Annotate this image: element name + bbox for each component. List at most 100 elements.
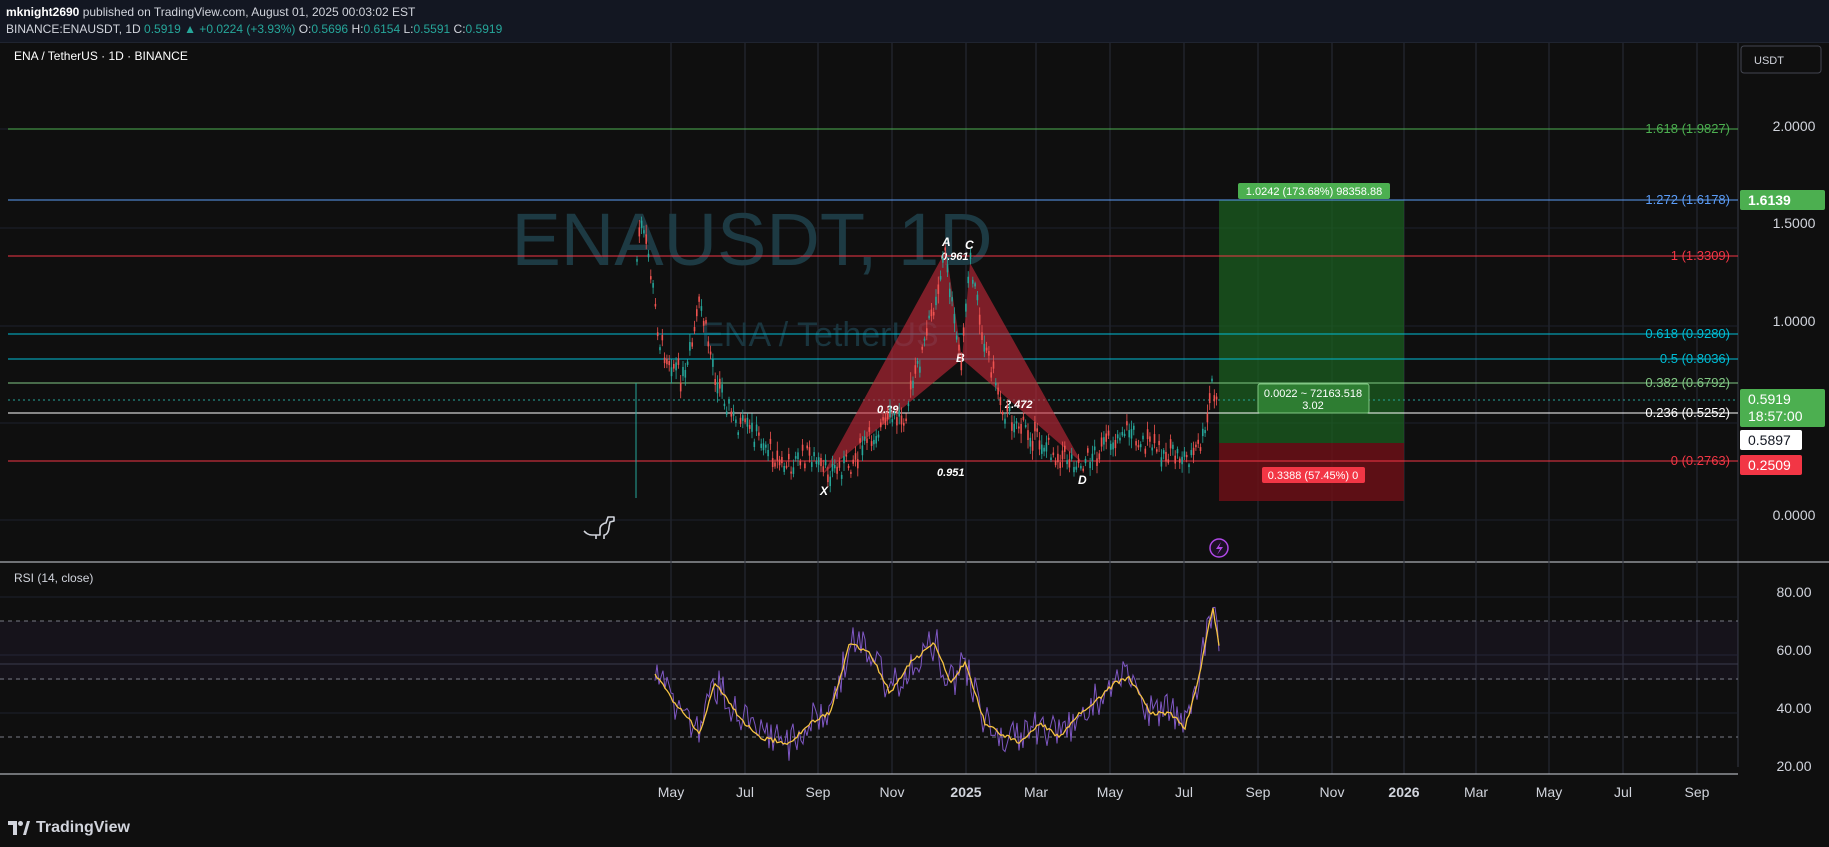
candle-body — [1091, 453, 1094, 462]
candle-body — [1077, 459, 1080, 464]
candle-body — [831, 463, 834, 472]
candle-body — [942, 257, 944, 263]
candle-body — [1139, 444, 1142, 448]
candle-body — [967, 276, 969, 284]
candle-body — [656, 332, 659, 337]
price-change: ▲ +0.0224 (+3.93%) — [184, 22, 296, 36]
candle-body — [790, 471, 792, 474]
candle-body — [702, 320, 705, 326]
candle-body — [1112, 442, 1114, 450]
candle-body — [976, 294, 979, 301]
time-tick: Mar — [1024, 784, 1048, 800]
candle-body — [673, 363, 675, 369]
candle-body — [969, 252, 972, 259]
candle-body — [755, 424, 758, 432]
candle-body — [921, 346, 923, 350]
fib-label-1: 1 (1.3309) — [1671, 248, 1730, 263]
candle-body — [875, 436, 877, 444]
high-label: H: — [351, 22, 364, 36]
candle-body — [696, 309, 698, 317]
candle-body — [903, 422, 905, 426]
publisher-name[interactable]: mknight2690 — [6, 5, 79, 19]
candle-body — [769, 438, 772, 444]
fib-label-1618: 1.618 (1.9827) — [1645, 121, 1730, 136]
candle-body — [978, 314, 981, 325]
candle-body — [891, 419, 894, 423]
candle-body — [866, 438, 868, 443]
candle-body — [817, 457, 820, 465]
stop-label: 0.3388 (57.45%) 0 — [1268, 470, 1359, 482]
candle-body — [900, 415, 903, 425]
last-price-axis: 0.5919 — [1748, 391, 1791, 407]
candle-body — [1174, 455, 1176, 464]
candle-body — [1096, 458, 1098, 466]
candle-body — [744, 418, 746, 423]
candle-body — [829, 476, 831, 487]
candle-body — [983, 343, 986, 352]
candle-body — [732, 411, 735, 416]
candle-body — [1172, 444, 1174, 449]
time-tick: May — [658, 784, 684, 800]
candle-body — [997, 387, 999, 395]
candle-body — [1057, 453, 1059, 463]
low-label: L: — [403, 22, 414, 36]
candle-body — [962, 327, 965, 336]
candle-body — [1213, 395, 1216, 402]
candle-body — [815, 461, 818, 464]
candle-body — [1047, 437, 1050, 440]
candle-body — [760, 443, 762, 448]
tradingview-logo[interactable]: TradingView — [8, 819, 130, 837]
target-label: 1.0242 (173.68%) 98358.88 — [1246, 186, 1382, 198]
candle-body — [988, 351, 990, 356]
pattern-ratio-bd: 2.472 — [1004, 399, 1033, 411]
close-value: 0.5919 — [465, 22, 503, 36]
pattern-ratio-xb: 0.951 — [937, 467, 965, 479]
chart-header: mknight2690 published on TradingView.com… — [0, 0, 1829, 43]
candle-body — [723, 403, 726, 407]
candle-body — [1029, 437, 1032, 447]
candle-body — [1188, 464, 1190, 468]
candle-body — [958, 344, 960, 351]
candle-body — [762, 443, 765, 451]
candle-body — [852, 459, 854, 464]
candle-body — [937, 284, 940, 294]
candle-body — [792, 467, 795, 474]
candle-body — [1197, 439, 1199, 444]
chart-canvas[interactable]: ENAUSDT, 1D ENA / TetherUS ENA / TetherU… — [0, 43, 1829, 811]
symbol-ohlc-line: BINANCE:ENAUSDT, 1D 0.5919 ▲ +0.0224 (+3… — [6, 22, 502, 36]
time-axis[interactable]: May Jul Sep Nov 2025 Mar May Jul Sep Nov 2026 Mar Ma… — [658, 784, 1710, 800]
candle-body — [951, 297, 953, 302]
fib-label-05: 0.5 (0.8036) — [1660, 351, 1730, 366]
candle-body — [686, 361, 689, 365]
candle-body — [1011, 422, 1013, 431]
candle-body — [857, 459, 859, 469]
candle-body — [1054, 460, 1057, 466]
candle-body — [827, 474, 829, 483]
candle-body — [1098, 453, 1101, 460]
candle-body — [746, 417, 749, 427]
bar-countdown: 18:57:00 — [1748, 408, 1803, 424]
candle-body — [847, 465, 850, 469]
candle-body — [654, 303, 657, 307]
candle-body — [751, 422, 753, 432]
candle-body — [1151, 447, 1153, 451]
candle-body — [1110, 443, 1112, 450]
candle-body — [1024, 424, 1027, 428]
candle-body — [995, 382, 997, 386]
lightning-icon[interactable] — [1209, 538, 1229, 558]
candle-body — [930, 309, 933, 317]
candle-body — [1001, 412, 1004, 415]
candle-body — [1121, 432, 1124, 436]
candle-body — [1169, 439, 1172, 449]
candle-body — [893, 412, 896, 415]
brand-name: TradingView — [36, 819, 130, 836]
candle-body — [1107, 430, 1110, 436]
candle-body — [661, 335, 664, 341]
candle-body — [684, 370, 687, 378]
candle-body — [990, 372, 992, 378]
candle-body — [999, 397, 1002, 406]
fib-label-1272: 1.272 (1.6178) — [1645, 192, 1730, 207]
candle-body — [1075, 466, 1078, 470]
rsi-tick-80: 80.00 — [1776, 584, 1811, 600]
candle-body — [663, 357, 666, 364]
